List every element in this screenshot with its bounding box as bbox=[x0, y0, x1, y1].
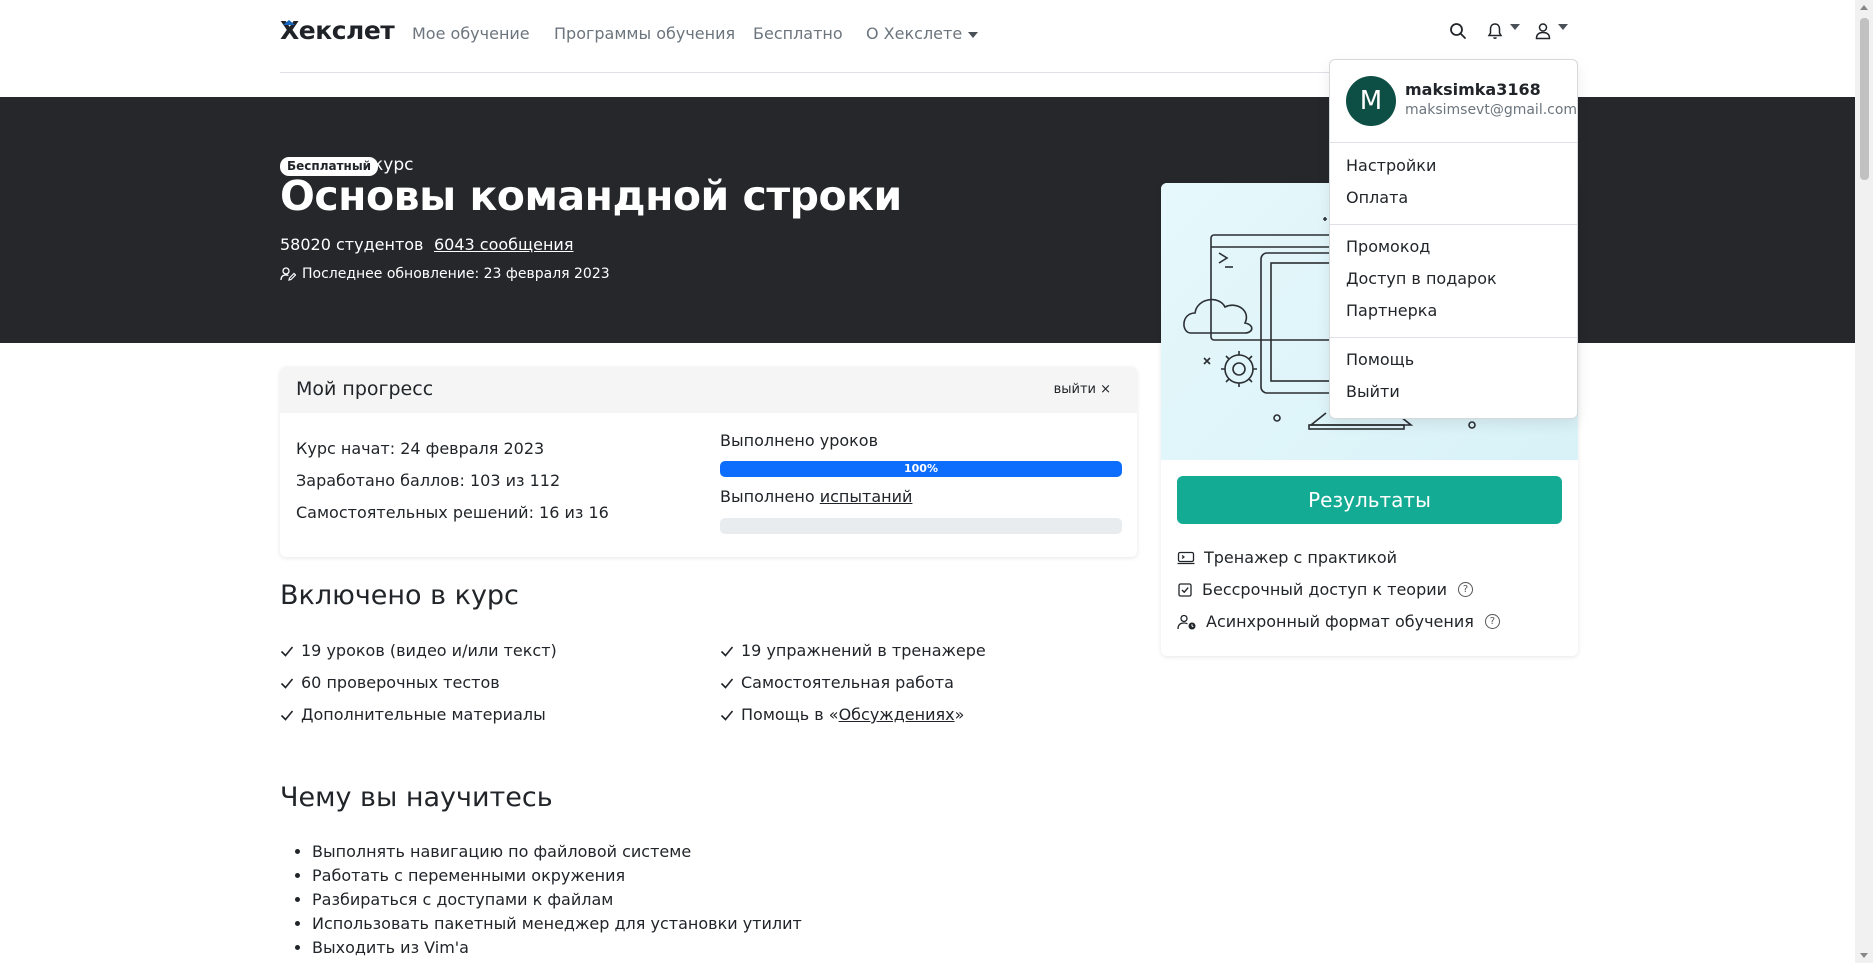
feature-label: Асинхронный формат обучения bbox=[1206, 612, 1474, 631]
menu-divider bbox=[1330, 337, 1577, 338]
included-item: Помощь в «Обсуждениях» bbox=[720, 705, 964, 724]
nav-programs[interactable]: Программы обучения bbox=[554, 24, 735, 43]
tests-progress-prefix: Выполнено bbox=[720, 487, 820, 506]
included-item: 19 уроков (видео и/или текст) bbox=[280, 641, 557, 660]
tests-link[interactable]: испытаний bbox=[820, 487, 913, 506]
lessons-progress-label: Выполнено уроков bbox=[720, 431, 879, 450]
progress-card-header: Мой прогресс выйти × bbox=[280, 367, 1137, 413]
menu-divider bbox=[1330, 142, 1577, 143]
included-item-label: 19 уроков (видео и/или текст) bbox=[301, 641, 557, 660]
included-heading: Включено в курс bbox=[280, 580, 519, 611]
nav-my-learning[interactable]: Мое обучение bbox=[412, 24, 530, 43]
question-circle-icon[interactable]: ? bbox=[1484, 614, 1500, 629]
included-item-label: 19 упражнений в тренажере bbox=[741, 641, 986, 660]
user-menu-toggle[interactable] bbox=[1534, 22, 1568, 44]
scrollbar-thumb[interactable] bbox=[1860, 18, 1869, 180]
brand-logo[interactable]: Хекслет bbox=[280, 16, 395, 45]
progress-card: Мой прогресс выйти × Курс начат: 24 февр… bbox=[280, 367, 1137, 557]
user-clock-icon bbox=[1177, 614, 1196, 629]
feature-item: Бессрочный доступ к теории ? bbox=[1177, 580, 1474, 599]
feature-item: Тренажер с практикой bbox=[1177, 548, 1397, 567]
included-help-text: Помощь в «Обсуждениях» bbox=[741, 705, 964, 724]
menu-divider bbox=[1330, 224, 1577, 225]
included-item: Дополнительные материалы bbox=[280, 705, 546, 724]
menu-item-logout[interactable]: Выйти bbox=[1346, 382, 1400, 401]
included-item-label: 60 проверочных тестов bbox=[301, 673, 500, 692]
list-item: Использовать пакетный менеджер для устан… bbox=[312, 912, 802, 936]
learn-heading: Чему вы научитесь bbox=[280, 782, 553, 813]
menu-item-gift-access[interactable]: Доступ в подарок bbox=[1346, 269, 1497, 288]
course-started: Курс начат: 24 февраля 2023 bbox=[296, 439, 545, 458]
results-button[interactable]: Результаты bbox=[1177, 476, 1562, 524]
username: maksimka3168 bbox=[1405, 80, 1541, 99]
feature-item: Асинхронный формат обучения ? bbox=[1177, 612, 1500, 631]
help-prefix: Помощь в « bbox=[741, 705, 839, 724]
check-icon bbox=[280, 677, 294, 689]
menu-item-partners[interactable]: Партнерка bbox=[1346, 301, 1437, 320]
check-icon bbox=[720, 645, 734, 657]
question-circle-icon[interactable]: ? bbox=[1458, 582, 1474, 597]
checkbox-icon bbox=[1178, 582, 1192, 597]
check-icon bbox=[720, 709, 734, 721]
lessons-progress-bar: 100% bbox=[720, 461, 1122, 477]
menu-item-help[interactable]: Помощь bbox=[1346, 350, 1414, 369]
lessons-progress-fill: 100% bbox=[720, 461, 1122, 477]
nav-free[interactable]: Бесплатно bbox=[753, 24, 843, 43]
scroll-up-arrow-icon[interactable] bbox=[1860, 5, 1868, 10]
scroll-down-arrow-icon[interactable] bbox=[1860, 953, 1868, 958]
check-icon bbox=[720, 677, 734, 689]
included-item: 60 проверочных тестов bbox=[280, 673, 500, 692]
avatar: M bbox=[1346, 76, 1396, 126]
feature-label: Тренажер с практикой bbox=[1204, 548, 1398, 567]
user-edit-icon bbox=[280, 267, 296, 281]
leave-course-link[interactable]: выйти × bbox=[1054, 382, 1111, 397]
chevron-down-icon bbox=[1558, 23, 1568, 30]
check-icon bbox=[280, 709, 294, 721]
trainer-icon bbox=[1177, 551, 1195, 564]
included-item-label: Дополнительные материалы bbox=[301, 705, 546, 724]
search-icon[interactable] bbox=[1449, 22, 1467, 40]
list-item: Выходить из Vim'a bbox=[312, 936, 802, 960]
user-dropdown-menu: M maksimka3168 maksimsevt@gmail.com Наст… bbox=[1329, 59, 1578, 419]
list-item: Разбираться с доступами к файлам bbox=[312, 888, 802, 912]
menu-item-payment[interactable]: Оплата bbox=[1346, 188, 1408, 207]
points-earned: Заработано баллов: 103 из 112 bbox=[296, 471, 561, 490]
feature-label: Бессрочный доступ к теории bbox=[1202, 580, 1448, 599]
tests-progress-bar bbox=[720, 518, 1122, 534]
nav-about-label: О Хекслете bbox=[866, 24, 963, 43]
help-suffix: » bbox=[954, 705, 965, 724]
last-updated-text: Последнее обновление: 23 февраля 2023 bbox=[302, 266, 610, 282]
students-count: 58020 студентов bbox=[280, 235, 424, 254]
list-item: Работать с переменными окружения bbox=[312, 864, 802, 888]
notifications-dropdown[interactable] bbox=[1486, 22, 1520, 44]
menu-item-promo[interactable]: Промокод bbox=[1346, 237, 1430, 256]
discussions-link[interactable]: Обсуждениях bbox=[839, 705, 955, 724]
user-icon bbox=[1535, 23, 1551, 40]
menu-item-settings[interactable]: Настройки bbox=[1346, 156, 1436, 175]
messages-link[interactable]: 6043 сообщения bbox=[434, 235, 573, 254]
chevron-down-icon bbox=[968, 31, 979, 38]
page-title: Основы командной строки bbox=[280, 172, 902, 220]
progress-title: Мой прогресс bbox=[296, 378, 434, 400]
solutions-count: Самостоятельных решений: 16 из 16 bbox=[296, 503, 609, 522]
learn-list: Выполнять навигацию по файловой системе … bbox=[294, 840, 802, 960]
tests-progress-label: Выполнено испытаний bbox=[720, 487, 912, 506]
chevron-down-icon bbox=[1510, 23, 1520, 30]
page-scrollbar[interactable] bbox=[1855, 0, 1873, 963]
logo-mark-icon bbox=[283, 20, 295, 25]
included-item: Самостоятельная работа bbox=[720, 673, 954, 692]
list-item: Выполнять навигацию по файловой системе bbox=[312, 840, 802, 864]
nav-about-dropdown[interactable]: О Хекслете bbox=[866, 24, 979, 43]
check-icon bbox=[280, 645, 294, 657]
user-email: maksimsevt@gmail.com bbox=[1405, 102, 1578, 118]
last-updated: Последнее обновление: 23 февраля 2023 bbox=[280, 266, 610, 282]
included-item-label: Самостоятельная работа bbox=[741, 673, 954, 692]
included-item: 19 упражнений в тренажере bbox=[720, 641, 986, 660]
bell-icon bbox=[1487, 23, 1503, 39]
